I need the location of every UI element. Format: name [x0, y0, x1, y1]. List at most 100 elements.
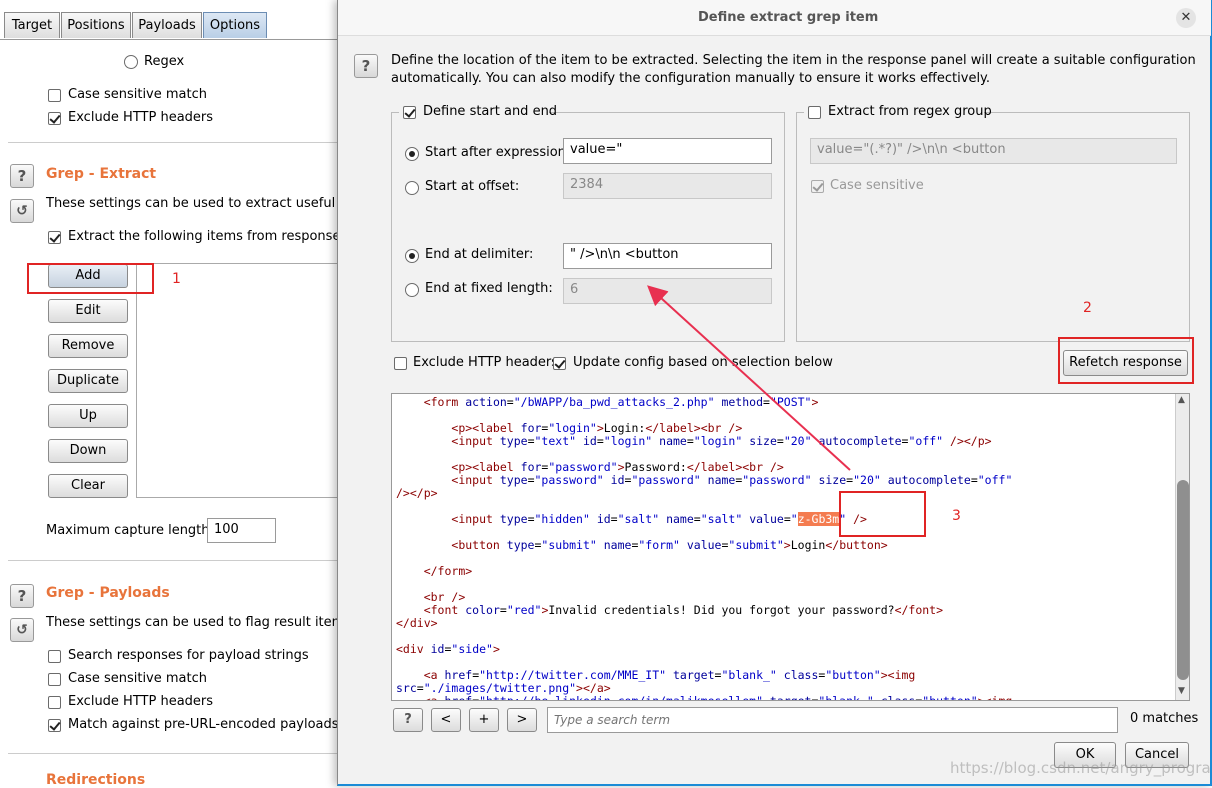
duplicate-button[interactable]: Duplicate: [48, 369, 128, 393]
close-icon[interactable]: ✕: [1176, 8, 1196, 28]
end-delim-radio[interactable]: [405, 249, 419, 263]
value-highlight-box: [839, 491, 926, 537]
down-button[interactable]: Down: [48, 439, 128, 463]
code-token: =: [686, 434, 694, 448]
code-token: class: [776, 668, 819, 682]
tab-positions[interactable]: Positions: [61, 12, 131, 38]
code-token: type: [499, 512, 528, 526]
regex-input[interactable]: value="(.*?)" />\n\n <button: [810, 138, 1177, 164]
regex-label: Regex: [144, 54, 185, 69]
code-token: =: [776, 434, 784, 448]
extract-list[interactable]: [136, 263, 338, 498]
start-after-input[interactable]: value=": [563, 138, 772, 164]
code-line[interactable]: <div id="side">: [396, 643, 500, 656]
update-config-checkbox[interactable]: [553, 357, 566, 370]
exclude-headers-label: Exclude HTTP headers: [68, 110, 214, 125]
exclude-headers-checkbox-2[interactable]: [48, 696, 61, 709]
case-sensitive-label-2: Case sensitive match: [68, 671, 207, 686]
case-sensitive-checkbox[interactable]: [811, 180, 824, 193]
code-line[interactable]: <form action="/bWAPP/ba_pwd_attacks_2.ph…: [396, 395, 819, 409]
scrollbar-thumb[interactable]: [1177, 480, 1189, 680]
regex-radio[interactable]: [124, 55, 138, 69]
dialog: Define extract grep item ✕ ? Define the …: [337, 0, 1212, 786]
extract-regex-checkbox[interactable]: [808, 106, 821, 119]
search-input[interactable]: [547, 707, 1118, 733]
code-token: "salt": [700, 512, 743, 526]
reset-icon[interactable]: ↺: [10, 199, 34, 223]
end-fixed-radio[interactable]: [405, 283, 419, 297]
start-offset-input[interactable]: 2384: [563, 173, 772, 199]
next-button[interactable]: >: [507, 708, 537, 732]
code-token: id: [603, 473, 625, 487]
end-fixed-input[interactable]: 6: [563, 278, 772, 304]
code-token: =: [693, 512, 701, 526]
code-line[interactable]: <input type="password" id="password" nam…: [396, 474, 1012, 487]
case-sensitive-label: Case sensitive: [830, 178, 924, 193]
help-search-button[interactable]: ?: [393, 708, 423, 732]
match-preurl-checkbox[interactable]: [48, 719, 61, 732]
search-payload-checkbox[interactable]: [48, 650, 61, 663]
code-token: <input: [451, 473, 500, 487]
tab-options[interactable]: Options: [203, 12, 267, 38]
code-line[interactable]: <input type="hidden" id="salt" name="sal…: [396, 512, 867, 526]
code-token: ><img: [880, 668, 916, 682]
search-payload-label: Search responses for payload strings: [68, 648, 309, 663]
scroll-up-icon[interactable]: ▲: [1178, 395, 1185, 405]
up-button[interactable]: Up: [48, 404, 128, 428]
response-code[interactable]: <form action="/bWAPP/ba_pwd_attacks_2.ph…: [392, 394, 1175, 701]
code-line[interactable]: <a href="http://be.linkedin.com/in/malik…: [396, 694, 1013, 701]
code-token: <a: [423, 668, 445, 682]
code-token: <form: [423, 395, 466, 409]
scrollbar[interactable]: ▲ ▼: [1175, 394, 1189, 700]
code-token: "POST": [769, 395, 812, 409]
code-token: </font>: [894, 603, 944, 617]
code-token: method: [714, 395, 763, 409]
response-panel[interactable]: <form action="/bWAPP/ba_pwd_attacks_2.ph…: [391, 393, 1190, 701]
matches-count: 0 matches: [1130, 711, 1199, 726]
code-token: type: [506, 538, 535, 552]
exclude-headers-checkbox[interactable]: [394, 357, 407, 370]
tab-target[interactable]: Target: [4, 12, 60, 38]
code-line[interactable]: <font color="red">Invalid credentials! D…: [396, 604, 943, 617]
exclude-headers-checkbox[interactable]: [48, 112, 61, 125]
code-token: "http://twitter.com/MME_IT": [479, 668, 667, 682]
code-line[interactable]: </form>: [396, 565, 472, 578]
start-after-radio[interactable]: [405, 147, 419, 161]
case-sensitive-checkbox-2[interactable]: [48, 673, 61, 686]
start-offset-radio[interactable]: [405, 181, 419, 195]
code-token: <a: [424, 694, 445, 701]
extract-regex-label: Extract from regex group: [828, 104, 992, 119]
tab-payloads[interactable]: Payloads: [132, 12, 202, 38]
code-token: name: [652, 434, 687, 448]
code-token: >: [596, 421, 604, 435]
case-sensitive-checkbox[interactable]: [48, 89, 61, 102]
extract-items-checkbox[interactable]: [48, 231, 61, 244]
end-delim-input[interactable]: " />\n\n <button: [563, 243, 772, 269]
code-token: class: [874, 694, 916, 701]
previous-button[interactable]: <: [431, 708, 461, 732]
code-token: "20": [783, 434, 812, 448]
code-line[interactable]: /></p>: [396, 487, 438, 500]
code-line[interactable]: <button type="submit" name="form" value=…: [396, 538, 887, 552]
help-icon[interactable]: ?: [10, 164, 34, 188]
reset-icon[interactable]: ↺: [10, 618, 34, 642]
max-capture-input[interactable]: 100: [207, 518, 276, 543]
help-icon[interactable]: ?: [10, 584, 34, 608]
code-line[interactable]: <input type="text" id="login" name="logi…: [396, 434, 991, 448]
code-line[interactable]: </div>: [396, 617, 438, 630]
end-delim-label: End at delimiter:: [425, 247, 534, 262]
code-token: ><img: [978, 694, 1013, 701]
code-token: =: [763, 395, 770, 409]
edit-button[interactable]: Edit: [48, 299, 128, 323]
code-token: href: [444, 694, 472, 701]
code-token: =: [527, 473, 535, 487]
help-icon[interactable]: ?: [354, 54, 378, 78]
clear-button[interactable]: Clear: [48, 474, 128, 498]
annotation-3: 3: [952, 508, 961, 524]
remove-button[interactable]: Remove: [48, 334, 128, 358]
code-token: "off": [977, 473, 1013, 487]
add-search-button[interactable]: +: [469, 708, 499, 732]
code-token: size: [811, 473, 847, 487]
define-start-end-checkbox[interactable]: [403, 106, 416, 119]
scroll-down-icon[interactable]: ▼: [1178, 686, 1185, 696]
